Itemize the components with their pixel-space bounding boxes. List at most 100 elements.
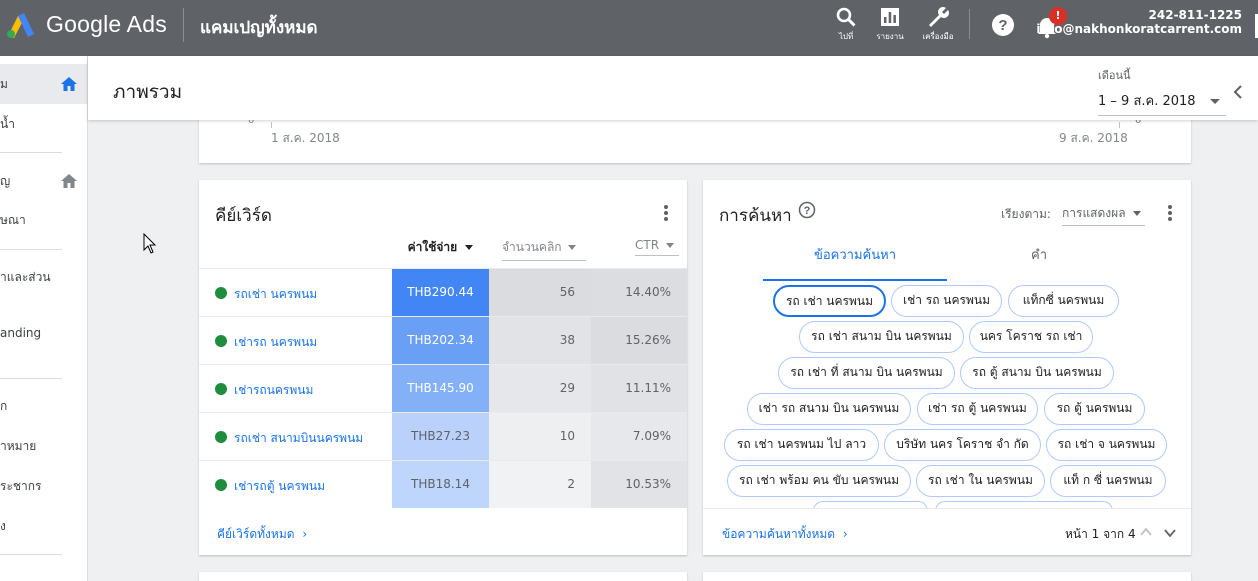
svg-text:?: ? [998,17,1007,34]
campaign-scope-title[interactable]: แคมเปญทั้งหมด [200,14,318,41]
ctr-cell: 14.40% [591,269,687,316]
search-term-chip[interactable]: รถ เช่า ที่ สนาม บิน นครพนม [778,357,955,389]
sidebar-item-label: าและส่วน [0,270,51,284]
ctr-cell: 15.26% [591,317,687,364]
sidebar-item-label: าหมาย [0,439,37,453]
chevron-right-icon: › [842,527,848,541]
sidebar-divider [0,249,62,250]
status-enabled-icon [215,287,227,299]
sidebar-item-recommendations[interactable]: น้ำ [0,104,87,144]
search-term-chip[interactable]: รถ เช่า ใน นครพนม [916,465,1045,497]
goto-tool-label: ไปที่ [838,32,854,41]
x-axis-start-label: 1 ส.ค. 2018 [271,131,340,145]
sidebar-item-label: ง [0,519,6,533]
tab-words[interactable]: คำ [947,244,1131,265]
keyword-link[interactable]: เช่ารถนครพนม [234,381,313,400]
keyword-link[interactable]: รถเช่า สนามบินนครพนม [234,429,363,448]
sidebar-item-audiences[interactable]: าหมาย [0,426,87,466]
all-keywords-link[interactable]: คีย์เวิร์ดทั้งหมด › [217,525,307,544]
sidebar-item-ads[interactable]: ษณา [0,200,87,240]
clicks-cell: 38 [489,317,591,364]
sidebar-item-campaigns[interactable]: ญ [0,161,87,201]
sidebar-item-landing-pages[interactable]: anding [0,313,87,353]
account-email: info@nakhonkoratcarrent.com [1036,22,1242,36]
date-range-picker[interactable]: เดือนนี้ 1 – 9 ส.ค. 2018 [1098,66,1226,116]
search-term-chip[interactable]: รถ เช่า พร้อม คน ขับ นครพนม [727,465,911,497]
sidebar-item-demographics[interactable]: ระชากร [0,466,87,506]
status-enabled-icon [215,383,227,395]
date-range-value: 1 – 9 ส.ค. 2018 [1098,94,1196,109]
page-menu-sidebar: ม น้ำ ญ ษณา าและส่วน anding ก าหมาย ระชา… [0,56,88,581]
clicks-column-header[interactable]: จำนวนคลิก [502,238,586,261]
page-title: ภาพรวม [113,81,183,103]
brand-name[interactable]: Google Ads [46,11,167,38]
search-term-chip[interactable]: รถ ตู้ นครพนม [1044,393,1145,425]
sidebar-item-extensions[interactable]: าและส่วน [0,257,87,297]
tools-button[interactable]: เครื่องมือ [916,6,960,46]
chevron-down-icon [1210,99,1220,104]
table-row[interactable]: เช่ารถนครพนม THB145.90 29 11.11% [199,364,687,412]
account-phone: 242-811-1225 [1148,8,1242,22]
cost-cell: THB145.90 [392,365,489,412]
sort-dropdown[interactable]: การแสดงผล [1062,204,1145,226]
all-search-terms-label: ข้อความค้นหาทั้งหมด [722,527,836,541]
sidebar-item-label: ษณา [0,213,26,227]
sidebar-item-keywords[interactable]: ก [0,386,87,426]
ctr-column-header[interactable]: CTR [635,238,679,256]
reports-tool-button[interactable]: รายงาน [868,6,912,46]
clicks-cell: 2 [489,461,591,508]
search-term-chip[interactable]: แท็ ก ซี่ นครพนม [1050,465,1166,497]
goto-tool-button[interactable]: ไปที่ [824,6,868,46]
chevron-down-icon [1133,211,1142,216]
ctr-cell: 11.11% [591,365,687,412]
pagination-status: หน้า 1 จาก 4 [1065,527,1136,541]
clicks-cell: 29 [489,365,591,412]
table-row[interactable]: เช่ารถ นครพนม THB202.34 38 15.26% [199,316,687,364]
tab-search-terms[interactable]: ข้อความค้นหา [763,244,947,281]
more-vert-icon[interactable] [663,205,669,221]
search-term-chip[interactable]: รถ เช่า นครพนม ไป ลาว [724,429,879,461]
search-term-chip[interactable]: รถ ตู้ สนาม บิน นครพนม [960,357,1114,389]
wrench-icon [929,7,949,27]
clicks-cell: 56 [489,269,591,316]
search-term-chip[interactable]: เช่า รถ ตู้ นครพนม [917,393,1038,425]
search-term-chip[interactable]: รถ เช่า นครพนม [773,285,886,317]
help-outline-icon[interactable]: ? [798,201,816,219]
cost-cell: THB202.34 [392,317,489,364]
chevron-down-icon [665,243,674,248]
x-axis-end-label: 9 ส.ค. 2018 [1059,131,1128,145]
keyword-link[interactable]: เช่ารถตู้ นครพนม [234,477,325,496]
search-term-chip[interactable]: รถ เช่า จ นครพนม [1046,429,1167,461]
status-enabled-icon [215,431,227,443]
search-term-chip[interactable]: แท็กซี่ นครพนม [1008,285,1119,317]
more-vert-icon[interactable] [1167,205,1173,221]
search-term-chip[interactable]: นคร โคราช รถ เช่า [969,321,1093,353]
all-search-terms-link[interactable]: ข้อความค้นหาทั้งหมด › [722,525,848,544]
keyword-link[interactable]: รถเช่า นครพนม [234,285,317,304]
chevron-up-icon[interactable] [1140,526,1152,538]
table-row[interactable]: เช่ารถตู้ นครพนม THB18.14 2 10.53% [199,460,687,508]
sidebar-item-overview[interactable]: ม [0,64,87,104]
search-term-chip[interactable]: เช่า รถ สนาม บิน นครพนม [747,393,911,425]
status-enabled-icon [215,479,227,491]
search-term-chip[interactable]: เช่า รถ นครพนม [891,285,1002,317]
google-ads-logo-icon[interactable] [4,10,36,38]
table-row[interactable]: รถเช่า นครพนม THB290.44 56 14.40% [199,268,687,316]
chevron-left-icon[interactable] [1230,84,1246,100]
table-row[interactable]: รถเช่า สนามบินนครพนม THB27.23 10 7.09% [199,412,687,460]
cost-cell: THB290.44 [392,269,489,316]
sidebar-item-label: anding [0,326,42,340]
brand-divider [183,8,184,42]
account-switcher[interactable]: 242-811-1225 info@nakhonkoratcarrent.com [1036,8,1242,36]
sidebar-item-placements[interactable]: ง [0,506,87,546]
sidebar-divider [0,554,62,555]
cost-column-header[interactable]: ค่าใช้จ่าย [392,238,489,257]
keywords-card: คีย์เวิร์ด ค่าใช้จ่าย จำนวนคลิก CTR รถเช… [199,180,687,555]
keyword-link[interactable]: เช่ารถ นครพนม [234,333,317,352]
search-term-chip[interactable]: บริษัท นคร โคราช จำ กัด [884,429,1041,461]
sidebar-divider [0,152,62,153]
chevron-down-icon[interactable] [1164,527,1176,539]
search-term-chip[interactable]: รถ เช่า สนาม บิน นครพนม [799,321,964,353]
cost-header-label: ค่าใช้จ่าย [407,240,458,254]
help-icon[interactable]: ? [990,12,1016,38]
